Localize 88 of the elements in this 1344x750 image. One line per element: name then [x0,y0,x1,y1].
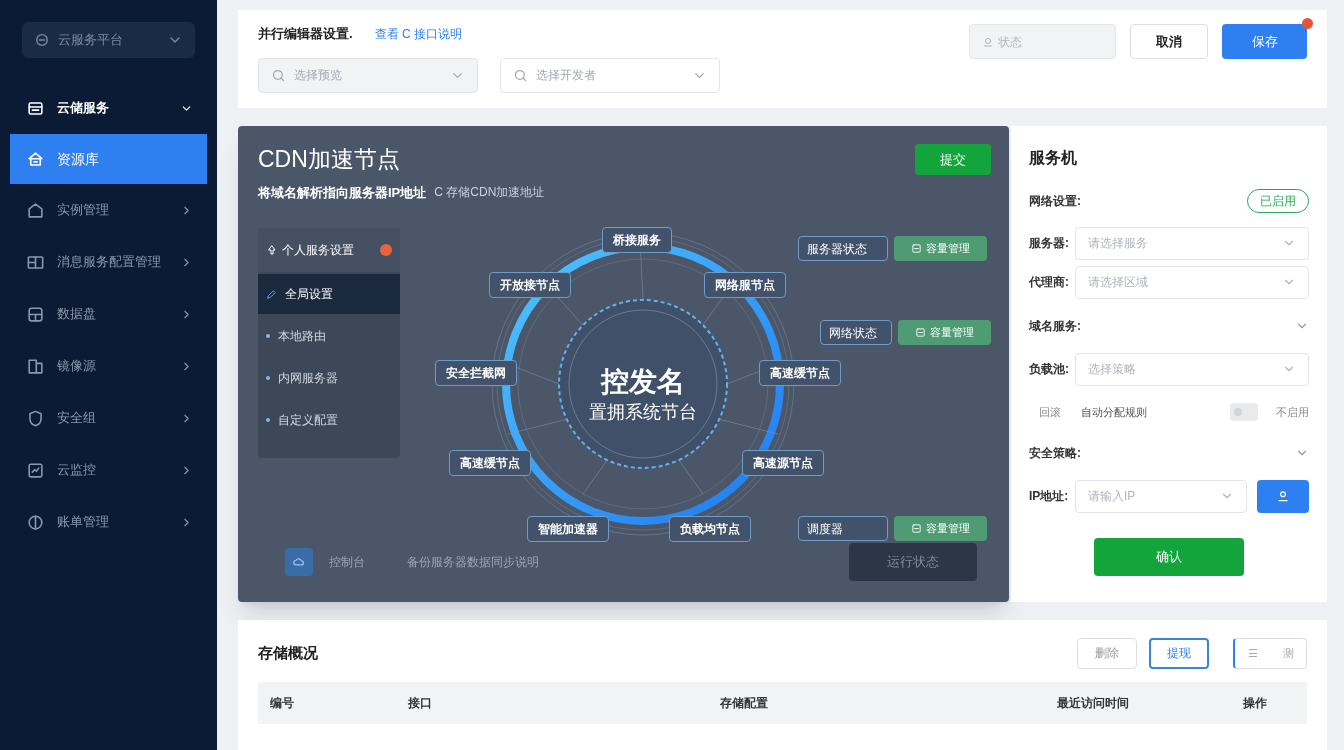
search-icon [513,67,528,83]
confirm-button[interactable]: 确认 [1094,538,1244,576]
field-label: 代理商: [1029,274,1070,291]
switch-text: 自动分配规则 [1081,404,1148,420]
column-header: 接口 [408,695,433,712]
panel-title: 服务机 [1029,148,1078,168]
cancel-button[interactable]: 取消 [1130,24,1208,59]
select-field[interactable]: 请选择服务 [1075,226,1309,260]
pencil-icon [266,288,277,300]
sidebar-item[interactable]: 账单管理 [0,496,217,548]
select-field[interactable]: 选择策略 [1075,352,1309,386]
save-button[interactable]: 保存 [1222,24,1307,59]
submenu-item[interactable]: 本地路由 [258,316,400,356]
status-tag: 调度器 [798,516,888,541]
sidebar-item[interactable]: 资源库 [10,134,207,184]
sidebar-item[interactable]: 消息服务配置管理 [0,236,217,288]
submenu-title: 个人服务设置 [282,242,355,259]
field-label: 服务器: [1029,235,1070,252]
address-link[interactable]: C 存储CDN加速地址 [434,183,545,202]
submenu-item[interactable]: 全局设置 [258,274,400,314]
footer-label: 控制台 [329,554,365,571]
arrow-up-icon [266,244,278,256]
column-header: 最近访问时间 [1057,695,1130,712]
view-toggle[interactable]: ☰ 测 [1233,637,1307,669]
node-label: 开放接节点 [489,272,571,298]
modal-subtitle: 将域名解析指向服务器IP地址 [258,183,427,202]
user-icon [1276,489,1290,503]
capacity-button[interactable]: 容量管理 [894,236,987,261]
submenu-item[interactable]: 内网服务器 [258,358,400,398]
submit-button[interactable]: 提交 [915,143,991,175]
filter-select[interactable]: 选择开发者 [500,57,720,93]
hub-title: 控发名 [601,365,685,399]
shield-icon [26,408,45,428]
node-label: 安全拦截网 [435,360,517,386]
sidebar-item[interactable]: 实例管理 [0,184,217,236]
sidebar-item[interactable]: 数据盘 [0,288,217,340]
status-button[interactable]: 运行状态 [849,543,977,581]
platform-select[interactable]: 云服务平台 [22,22,195,58]
toolbar-title: 并行编辑器设置. [258,25,353,43]
sync-link[interactable]: 备份服务器数据同步说明 [407,553,837,571]
column-header: 存储配置 [720,695,769,712]
node-label: 桥接服务 [602,227,672,253]
capacity-button[interactable]: 容量管理 [898,320,991,345]
node-label: 智能加速器 [527,516,609,542]
section-label: 安全策略: [1029,445,1081,462]
node-label: 高速缓节点 [449,450,531,476]
section-label: 域名服务: [1029,318,1081,335]
status-icon [982,35,994,48]
toolbar-button[interactable]: 删除 [1077,637,1137,669]
storage-title: 存储概况 [258,642,319,663]
hub-subtitle: 置拥系统节台 [589,401,697,424]
house-icon [26,200,45,220]
column-header: 编号 [270,695,295,712]
box-icon [911,243,922,254]
sidebar-item[interactable]: 镜像源 [0,340,217,392]
field-label: 网络设置: [1029,193,1081,210]
status-field: 状态 [969,24,1116,59]
chart-icon [26,460,45,480]
sidebar-item[interactable]: 云储服务 [0,82,217,134]
node-label: 网络服节点 [704,272,786,298]
user-button[interactable] [1257,479,1309,513]
cloud-button[interactable] [285,548,313,576]
column-header: 操作 [1243,695,1268,712]
box-icon [911,523,922,534]
sidebar-item[interactable]: 云监控 [0,444,217,496]
toggle-switch[interactable] [1230,403,1258,421]
submenu-item[interactable]: 自定义配置 [258,400,400,440]
help-link[interactable]: 查看 C 接口说明 [374,24,462,43]
status-tag: 服务器状态 [798,236,888,261]
switch-label: 回滚 [1039,404,1062,420]
node-label: 高速源节点 [742,450,824,476]
sidebar-item[interactable]: 安全组 [0,392,217,444]
modal-title: CDN加速节点 [258,145,400,174]
ip-input[interactable]: 请输入IP [1075,479,1247,513]
server-icon [26,356,45,376]
house-icon [26,149,45,169]
cloud-icon [292,555,306,569]
toolbar-button[interactable]: 提现 [1149,637,1209,669]
box-icon [915,327,926,338]
field-label: IP地址: [1029,488,1070,505]
search-icon [271,67,286,83]
status-tag: 网络状态 [820,320,892,345]
node-label: 负载均节点 [669,516,751,542]
node-label: 高速缓节点 [759,360,841,386]
switch-state: 不启用 [1276,404,1309,420]
field-label: 负载池: [1029,361,1070,378]
capacity-button[interactable]: 容量管理 [894,516,987,541]
select-field[interactable]: 请选择区域 [1075,265,1309,299]
